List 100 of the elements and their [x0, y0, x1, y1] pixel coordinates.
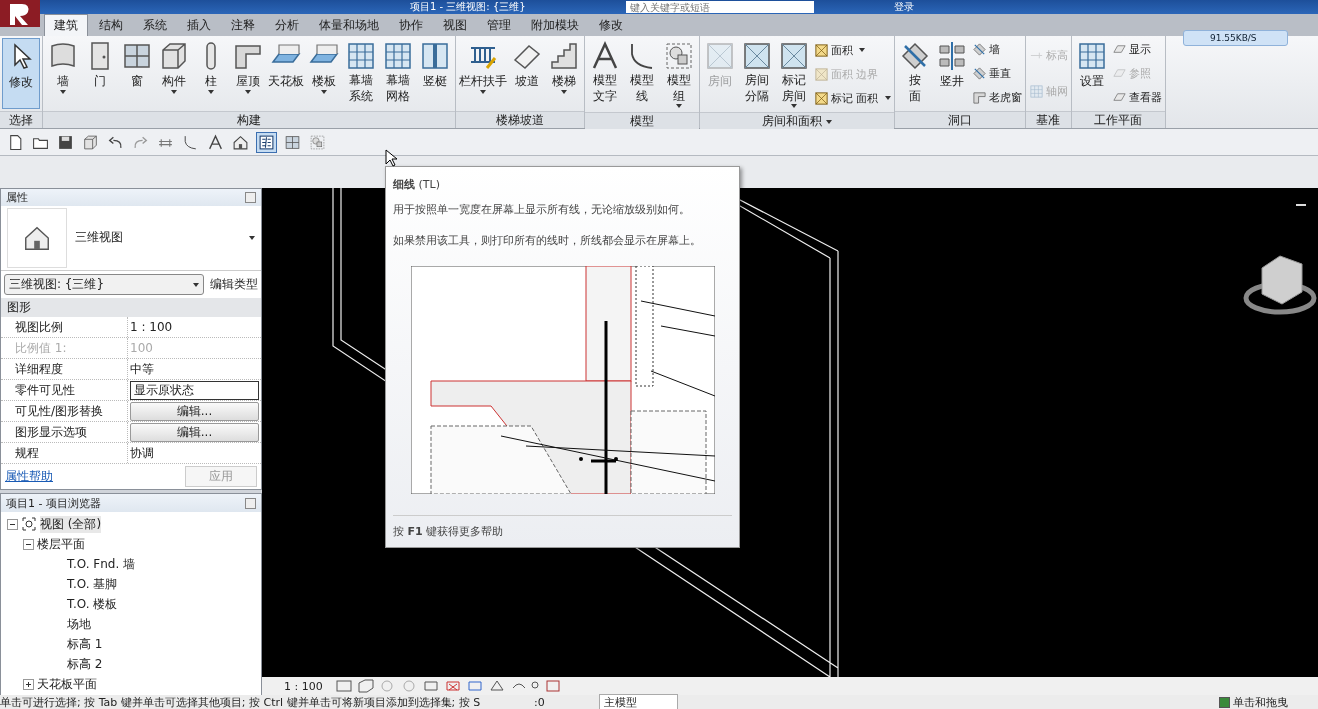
sign-in-link[interactable]: 登录 [893, 0, 914, 14]
caret-icon [859, 48, 865, 52]
ribbon-tool-button[interactable]: 面积 [813, 42, 892, 58]
ribbon-tool-button[interactable]: 老虎窗 [970, 89, 1023, 105]
view-selector[interactable]: 三维视图: {三维} [4, 274, 204, 295]
ribbon-tool-button[interactable]: 墙 [45, 38, 81, 109]
ribbon-tool-button[interactable]: 模型线 [624, 38, 660, 110]
ribbon-tab[interactable]: 分析 [266, 15, 308, 36]
ribbon-tool-button[interactable]: 模型文字 [587, 38, 623, 110]
ribbon-tool-button[interactable]: 窗 [119, 38, 155, 109]
model-text-icon [592, 41, 618, 70]
expand-toggle[interactable] [23, 678, 34, 690]
tree-item[interactable]: 标高 1 [67, 635, 103, 653]
ribbon-tool-button[interactable]: 修改 [2, 38, 40, 109]
document-icon [10, 134, 22, 150]
close-button[interactable] [245, 497, 256, 509]
tree-item[interactable]: 天花板平面 [37, 675, 97, 693]
box-icon [84, 135, 97, 149]
toolbar-button[interactable] [256, 131, 277, 153]
ribbon-tab[interactable]: 附加模块 [522, 15, 588, 36]
ribbon-tool-button[interactable]: 标记 面积 [813, 90, 892, 106]
ribbon-tool-button[interactable]: 显示 [1110, 42, 1163, 58]
ribbon-tool-button[interactable]: 按面 [896, 38, 933, 109]
panel-title[interactable]: 选择 [0, 111, 42, 128]
ribbon-tab[interactable]: 视图 [434, 15, 476, 36]
property-name: 详细程度 [1, 359, 128, 379]
ribbon-tool-button[interactable]: 竖梃 [417, 38, 453, 109]
caret-icon [193, 282, 199, 287]
group-header[interactable]: 图形 [7, 300, 31, 314]
tree-item[interactable]: T.O. 基脚 [67, 575, 118, 593]
property-field[interactable]: 显示原状态 [130, 380, 259, 400]
ribbon-tool-button[interactable]: 柱 [193, 38, 229, 109]
view-cube-icon[interactable] [1243, 255, 1317, 315]
panel-title[interactable]: 构建 [43, 111, 455, 128]
ribbon-tab[interactable]: 注释 [222, 15, 264, 36]
ribbon-tool-button[interactable]: 幕墙网格 [380, 38, 416, 109]
close-button[interactable] [245, 191, 256, 203]
panel-title[interactable]: 模型 [585, 112, 699, 129]
ribbon-tab[interactable]: 体量和场地 [310, 15, 388, 36]
house-icon [7, 207, 67, 268]
ribbon-tool-button[interactable]: 墙 [970, 42, 1023, 58]
ribbon-tab[interactable]: 协作 [390, 15, 432, 36]
ribbon-tab[interactable]: 管理 [478, 15, 520, 36]
ribbon-tool-button[interactable]: 房间分隔 [739, 38, 775, 110]
ribbon-tab[interactable]: 结构 [90, 15, 132, 36]
group-icon [310, 135, 325, 149]
ribbon-tool-button[interactable]: 栏杆扶手 [458, 38, 508, 109]
status-message: 单击可进行选择; 按 Tab 键并单击可选择其他项目; 按 Ctrl 键并单击可将新项目添加到选择集; 按 S [0, 694, 482, 709]
search-field[interactable]: 键入关键字或短语 [625, 1, 814, 13]
tooltip-text: 如果禁用该工具，则打印所有的线时，所线都会显示在屏幕上。 [393, 233, 702, 248]
edit-button[interactable]: 编辑... [130, 401, 259, 421]
ribbon-tool-button[interactable]: 屋顶 [230, 38, 266, 109]
checkbox[interactable] [1219, 696, 1230, 708]
ribbon-tool-button[interactable]: 垂直 [970, 66, 1023, 81]
ribbon-tool-button[interactable]: 构件 [156, 38, 192, 109]
tree-item[interactable]: 标高 2 [67, 655, 103, 673]
ribbon-tool-button[interactable]: 查看器 [1110, 89, 1163, 105]
mullion-icon [422, 43, 448, 69]
caret-icon[interactable] [249, 235, 255, 240]
tree-item[interactable]: 楼层平面 [37, 535, 85, 553]
tree-item[interactable]: T.O. 楼板 [67, 595, 118, 613]
curve-line-icon [184, 135, 197, 149]
caret-icon [171, 90, 177, 94]
view-scale[interactable]: 1 : 100 [284, 679, 323, 693]
ribbon-tool-button[interactable]: 设置 [1073, 38, 1110, 109]
ribbon-tool-button[interactable]: 楼板 [306, 38, 342, 109]
ribbon-tool-button[interactable]: 坡道 [509, 38, 545, 109]
tree-item[interactable]: T.O. Fnd. 墙 [67, 555, 136, 573]
ribbon-tab[interactable]: 插入 [178, 15, 220, 36]
caret-icon [791, 104, 797, 108]
tree-item[interactable]: 视图 (全部) [40, 515, 102, 533]
mouse-pointer-icon [385, 149, 397, 167]
panel-title[interactable]: 楼梯坡道 [456, 111, 584, 128]
tree-item[interactable]: 场地 [67, 615, 91, 633]
panel-title[interactable]: 房间和面积 [700, 112, 894, 129]
tooltip-title: 细线 (TL) [393, 178, 440, 191]
app-logo-icon[interactable] [0, 0, 40, 27]
network-speed-badge: 91.55KB/S [1183, 30, 1288, 46]
ribbon-tool-button[interactable]: 竖井 [933, 38, 970, 109]
ribbon-tool-button[interactable]: 标记房间 [776, 38, 812, 110]
ribbon-tab[interactable]: 系统 [134, 15, 176, 36]
panel-title[interactable]: 工作平面 [1071, 111, 1165, 128]
toolbar-button[interactable] [206, 132, 225, 152]
edit-button[interactable]: 编辑... [130, 422, 259, 442]
expand-toggle[interactable] [23, 538, 34, 550]
redo-icon [134, 136, 147, 148]
ribbon-tool-button[interactable]: 门 [82, 38, 118, 109]
ribbon-tab[interactable]: 建筑 [44, 14, 88, 36]
ribbon-tool-button[interactable]: 楼梯 [546, 38, 582, 109]
expand-toggle[interactable] [7, 518, 18, 530]
panel-title[interactable]: 基准 [1025, 111, 1071, 128]
ribbon-tab[interactable]: 修改 [590, 15, 632, 36]
ribbon-tool-button[interactable]: 模型组 [661, 38, 697, 110]
edit-type-button[interactable]: 编辑类型 [210, 276, 258, 293]
properties-help-link[interactable]: 属性帮助 [5, 468, 53, 485]
caret-icon [480, 90, 486, 94]
ribbon-tool-button[interactable]: 天花板 [267, 38, 305, 109]
ribbon-tool-button[interactable]: 幕墙系统 [343, 38, 379, 109]
caret-icon [60, 90, 66, 94]
panel-title[interactable]: 洞口 [894, 111, 1025, 128]
